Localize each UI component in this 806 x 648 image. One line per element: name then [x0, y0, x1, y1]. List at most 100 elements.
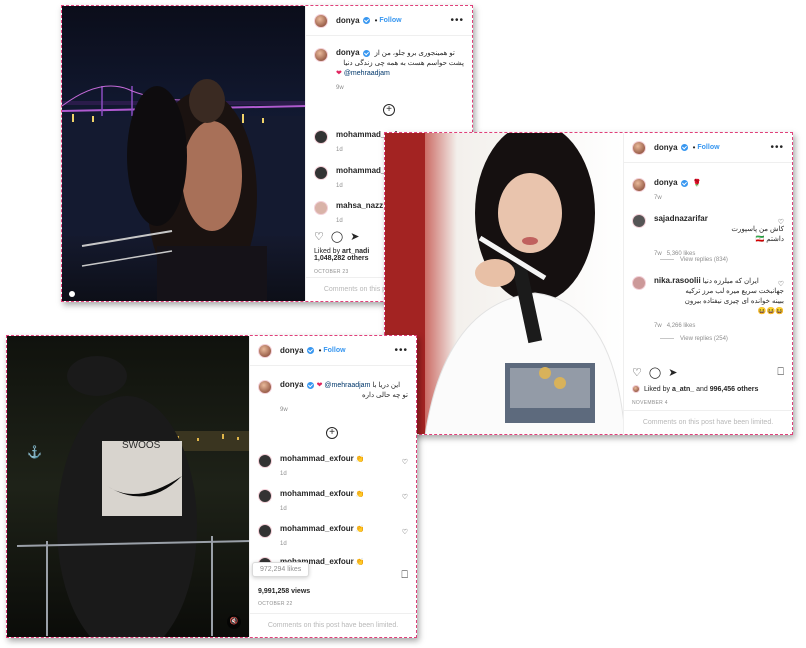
verified-icon: [680, 144, 688, 151]
comment-user[interactable]: sajadnazarifar: [654, 214, 708, 223]
more-options-icon[interactable]: •••: [770, 142, 784, 153]
comment-row: mohammad_exfour 👏 1d ♡: [258, 489, 408, 514]
liked-user[interactable]: a_atn_: [672, 386, 694, 393]
comment-row: mohammad_exfour 👏 1d ♡: [258, 524, 408, 549]
avatar[interactable]: [632, 276, 646, 290]
avatar[interactable]: [258, 524, 272, 538]
caption-author[interactable]: donya: [336, 48, 360, 57]
avatar[interactable]: [314, 48, 328, 62]
avatar[interactable]: [632, 140, 646, 155]
post-header: donya • Follow •••: [624, 133, 792, 163]
verified-icon: [680, 179, 688, 187]
post-photo-1[interactable]: [62, 6, 307, 301]
comment-time: 1d: [280, 471, 287, 477]
post-card-2: donya • Follow ••• donya 🌹 7w sajadnazar…: [384, 132, 793, 435]
avatar[interactable]: [258, 380, 272, 394]
save-icon[interactable]: ⎕: [777, 366, 784, 379]
comment-time: 1d: [280, 506, 287, 512]
share-icon[interactable]: ➤: [668, 366, 677, 379]
follow-button[interactable]: Follow: [697, 144, 719, 151]
avatar[interactable]: [258, 454, 272, 468]
anchor-icon: ⚓: [27, 445, 42, 459]
follow-button[interactable]: Follow: [323, 347, 345, 354]
avatar[interactable]: [258, 343, 272, 358]
avatar[interactable]: [314, 201, 328, 215]
load-more-comments-icon[interactable]: +: [383, 104, 395, 116]
avatar[interactable]: [632, 178, 646, 192]
post-photo-2[interactable]: [385, 133, 625, 434]
username[interactable]: donya: [336, 16, 360, 25]
post-header: donya • Follow •••: [306, 6, 472, 36]
comment-like-icon[interactable]: ♡: [402, 458, 408, 466]
load-more-comments-icon[interactable]: +: [326, 427, 338, 439]
verified-icon: [362, 49, 370, 57]
save-icon[interactable]: ⎕: [401, 569, 408, 582]
more-options-icon[interactable]: •••: [394, 345, 408, 356]
clap-emoji-icon: 👏: [355, 526, 365, 533]
comment-user[interactable]: mohammad_exfour: [280, 454, 354, 463]
caption-text-1: تو همینجوری برو جلو، من از: [374, 50, 455, 57]
caption-author[interactable]: donya: [280, 380, 304, 389]
comment-meta: 7w 4,266 likes: [654, 321, 784, 331]
comment-row: mohammad_exfour 👏 1d ♡: [258, 454, 408, 479]
clap-emoji-icon: 👏: [355, 456, 365, 463]
comment-icon[interactable]: ◯: [649, 366, 661, 379]
comment-text: ایران که میلرزه دنیا: [702, 278, 759, 285]
likes-tooltip: 972,294 likes: [252, 562, 310, 577]
caption-mention[interactable]: @mehraadjam: [344, 70, 390, 77]
like-icon[interactable]: ♡: [314, 230, 324, 243]
comment-likes[interactable]: 4,266 likes: [667, 323, 696, 329]
likes-count[interactable]: 996,456 others: [710, 386, 759, 393]
share-icon[interactable]: ➤: [350, 230, 359, 243]
liked-by-label: Liked by: [643, 385, 671, 393]
verified-icon: [362, 17, 370, 24]
comment-like-icon[interactable]: ♡: [778, 280, 784, 288]
avatar[interactable]: [314, 130, 328, 144]
clap-emoji-icon: 👏: [355, 491, 365, 498]
comment-text-3: ببینه خوانده ای چیزی نیفتاده بیرون: [684, 298, 784, 305]
comment-like-icon[interactable]: ♡: [778, 218, 784, 226]
caption-mention[interactable]: @mehraadjam: [324, 382, 370, 389]
comment-user[interactable]: mohammad_exfour: [280, 489, 354, 498]
mute-icon[interactable]: 🔇: [227, 615, 241, 629]
avatar[interactable]: [258, 489, 272, 503]
post-date: NOVEMBER 4: [632, 400, 668, 406]
video-scene: SWOOS ⚓: [16, 356, 251, 637]
username[interactable]: donya: [280, 346, 304, 355]
post-date: OCTOBER 23: [314, 269, 349, 275]
verified-icon: [306, 381, 314, 389]
post-video-3[interactable]: SWOOS ⚓ 🔇: [7, 336, 251, 637]
avatar[interactable]: [314, 166, 328, 180]
avatar[interactable]: [314, 13, 328, 28]
comment-like-icon[interactable]: ♡: [402, 493, 408, 501]
comment-user[interactable]: mahsa_nazz: [336, 201, 383, 210]
post-panel-3: donya • Follow ••• donya ❤ @mehraadjam ای…: [249, 336, 416, 637]
comment-user[interactable]: mohammad_exfour: [280, 524, 354, 533]
caption-text-2: پشت حواسم هست به همه چی زندگی دنیا: [343, 60, 464, 67]
view-replies-button[interactable]: View replies (834): [660, 257, 728, 263]
username[interactable]: donya: [654, 143, 678, 152]
liked-user[interactable]: art_nadi: [342, 248, 369, 255]
user-tag-icon: [69, 291, 75, 297]
comment-icon[interactable]: ◯: [331, 230, 343, 243]
caption-author[interactable]: donya: [654, 178, 678, 187]
comment-like-icon[interactable]: ♡: [402, 528, 408, 536]
views-count[interactable]: 9,991,258 views: [258, 588, 310, 595]
heart-emoji-icon: ❤: [336, 70, 342, 77]
caption: donya 🌹 7w: [632, 178, 784, 203]
comment-text-2: داشتم 🇮🇷: [755, 236, 784, 243]
caption-time: 9w: [336, 85, 344, 91]
rose-emoji-icon: 🌹: [692, 180, 702, 187]
avatar[interactable]: [632, 214, 646, 228]
like-icon[interactable]: ♡: [632, 366, 642, 379]
clap-emoji-icon: 👏: [355, 559, 365, 566]
likes-count[interactable]: 1,048,282 others: [314, 255, 369, 262]
comment-row: nika.rasoolii ایران که میلرزه دنیا جهانب…: [632, 276, 784, 331]
comment-user[interactable]: nika.rasoolii: [654, 276, 701, 285]
more-options-icon[interactable]: •••: [450, 15, 464, 26]
caption: donya ❤ @mehraadjam این دریا با تو چه حال…: [258, 380, 408, 415]
follow-button[interactable]: Follow: [379, 17, 401, 24]
comments-limited-notice: Comments on this post have been limited.: [250, 613, 416, 637]
comment-time: 7w: [654, 323, 662, 329]
view-replies-button[interactable]: View replies (254): [660, 336, 728, 342]
